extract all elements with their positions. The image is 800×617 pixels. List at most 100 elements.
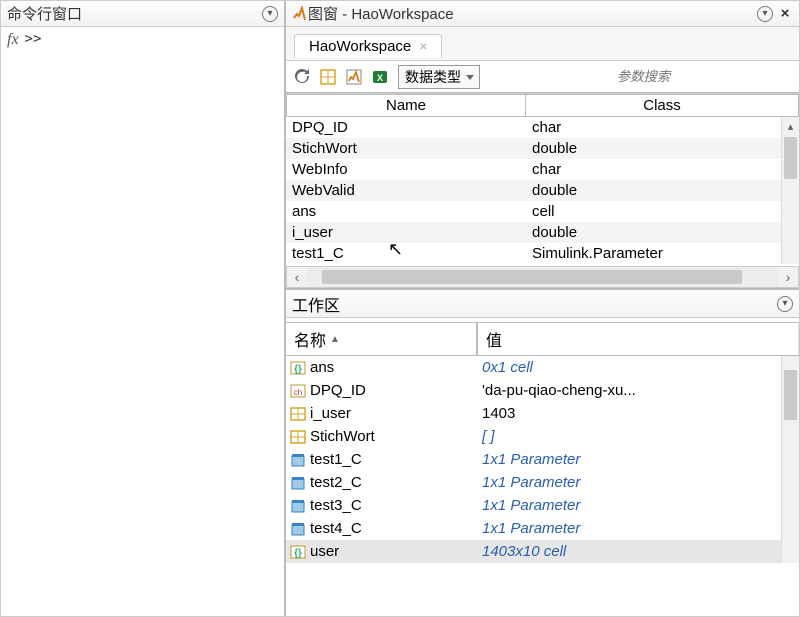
- table-row[interactable]: WebValiddouble: [286, 180, 799, 201]
- col-name[interactable]: Name: [286, 94, 526, 117]
- toolbar: X 数据类型: [286, 61, 799, 93]
- search-input[interactable]: [492, 65, 795, 89]
- fx-icon[interactable]: fx: [7, 31, 19, 49]
- var-type-icon: [290, 452, 306, 468]
- matlab-figure-button[interactable]: [342, 65, 366, 89]
- var-type-icon: [290, 498, 306, 514]
- filter-label: 数据类型: [405, 67, 461, 87]
- list-item[interactable]: {}user1403x10 cell: [286, 540, 799, 563]
- workspace-columns: 名称 ▲ 值: [286, 322, 799, 356]
- cell-class: char: [526, 159, 799, 180]
- grid-body: DPQ_IDcharStichWortdoubleWebInfocharWebV…: [286, 117, 799, 264]
- list-item[interactable]: test3_C1x1 Parameter: [286, 494, 799, 517]
- cell-name: ans: [286, 201, 526, 222]
- command-prompt: >>: [25, 31, 42, 47]
- list-item[interactable]: test1_C1x1 Parameter: [286, 448, 799, 471]
- ws-cell-name: chDPQ_ID: [286, 382, 478, 399]
- workspace-header: 工作区 ▾: [286, 290, 799, 318]
- tab-bar: HaoWorkspace ×: [286, 27, 799, 61]
- tab-haoworkspace[interactable]: HaoWorkspace ×: [294, 34, 442, 58]
- table-row[interactable]: i_userdouble: [286, 222, 799, 243]
- close-icon[interactable]: ×: [777, 6, 793, 22]
- matlab-icon: [292, 6, 308, 22]
- ws-cell-value: [ ]: [478, 428, 799, 445]
- ws-cell-value: 1403x10 cell: [478, 543, 799, 560]
- ws-cell-name: {}ans: [286, 359, 478, 376]
- vertical-scrollbar[interactable]: ▴ ▾: [781, 117, 799, 264]
- ws-cell-value: 1x1 Parameter: [478, 497, 799, 514]
- var-type-icon: [290, 521, 306, 537]
- cell-class: double: [526, 222, 799, 243]
- ws-cell-name: test4_C: [286, 520, 478, 537]
- vertical-scrollbar[interactable]: [781, 356, 799, 563]
- list-item[interactable]: chDPQ_ID'da-pu-qiao-cheng-xu...: [286, 379, 799, 402]
- command-window-header: 命令行窗口 ▾: [1, 1, 284, 27]
- scroll-up-icon[interactable]: ▴: [782, 117, 799, 135]
- ws-cell-value: 1403: [478, 405, 799, 422]
- table-row[interactable]: WebInfochar: [286, 159, 799, 180]
- workspace-rows: {}ans0x1 cellchDPQ_ID'da-pu-qiao-cheng-x…: [286, 356, 799, 563]
- tab-label: HaoWorkspace: [309, 38, 411, 55]
- scroll-right-icon[interactable]: ›: [778, 269, 798, 285]
- horizontal-scrollbar[interactable]: ‹ ›: [286, 266, 799, 288]
- table-row[interactable]: DPQ_IDchar: [286, 117, 799, 138]
- ws-cell-name: StichWort: [286, 428, 478, 445]
- table-row[interactable]: test1_CSimulink.Parameter: [286, 243, 799, 264]
- cell-name: DPQ_ID: [286, 117, 526, 138]
- table-row[interactable]: anscell: [286, 201, 799, 222]
- refresh-button[interactable]: [290, 65, 314, 89]
- cell-name: test1_C: [286, 243, 526, 264]
- svg-text:ch: ch: [294, 388, 302, 397]
- ws-cell-value: 'da-pu-qiao-cheng-xu...: [478, 382, 799, 399]
- cell-class: char: [526, 117, 799, 138]
- var-type-icon: {}: [290, 360, 306, 376]
- var-type-icon: [290, 406, 306, 422]
- scroll-track[interactable]: [307, 267, 778, 287]
- grid-header: Name Class: [286, 94, 799, 117]
- workspace-panel: 工作区 ▾ 名称 ▲ 值 {}ans0x1 cellchDPQ_ID'da-pu…: [286, 288, 799, 563]
- svg-text:{}: {}: [294, 364, 302, 375]
- ws-cell-name: {}user: [286, 543, 478, 560]
- table-row[interactable]: StichWortdouble: [286, 138, 799, 159]
- var-type-icon: ch: [290, 383, 306, 399]
- ws-cell-value: 1x1 Parameter: [478, 520, 799, 537]
- ws-cell-name: i_user: [286, 405, 478, 422]
- ws-col-value[interactable]: 值: [478, 323, 799, 355]
- app-root: 命令行窗口 ▾ fx >> 图窗 - HaoWorkspace ▾ ×: [0, 0, 800, 617]
- cell-name: WebValid: [286, 180, 526, 201]
- cell-name: i_user: [286, 222, 526, 243]
- tab-close-icon[interactable]: ×: [419, 38, 427, 54]
- figure-window-header: 图窗 - HaoWorkspace ▾ ×: [286, 1, 799, 27]
- list-item[interactable]: i_user1403: [286, 402, 799, 425]
- cell-name: StichWort: [286, 138, 526, 159]
- list-item[interactable]: test2_C1x1 Parameter: [286, 471, 799, 494]
- var-type-icon: [290, 475, 306, 491]
- scroll-thumb[interactable]: [784, 370, 797, 420]
- cell-class: cell: [526, 201, 799, 222]
- scroll-thumb-h[interactable]: [322, 270, 742, 284]
- command-window-body[interactable]: fx >>: [1, 27, 284, 53]
- ws-col-name[interactable]: 名称 ▲: [286, 323, 478, 355]
- scroll-thumb[interactable]: [784, 137, 797, 179]
- ws-cell-name: test1_C: [286, 451, 478, 468]
- grid-view-button[interactable]: [316, 65, 340, 89]
- scroll-left-icon[interactable]: ‹: [287, 269, 307, 285]
- collapse-icon[interactable]: ▾: [262, 6, 278, 22]
- ws-cell-value: 1x1 Parameter: [478, 451, 799, 468]
- excel-export-button[interactable]: X: [368, 65, 392, 89]
- filter-dropdown[interactable]: 数据类型: [398, 65, 480, 89]
- collapse-icon[interactable]: ▾: [757, 6, 773, 22]
- command-window-panel: 命令行窗口 ▾ fx >>: [1, 1, 286, 616]
- collapse-icon[interactable]: ▾: [777, 296, 793, 312]
- cell-class: double: [526, 180, 799, 201]
- list-item[interactable]: {}ans0x1 cell: [286, 356, 799, 379]
- list-item[interactable]: StichWort[ ]: [286, 425, 799, 448]
- ws-cell-name: test3_C: [286, 497, 478, 514]
- var-type-icon: {}: [290, 544, 306, 560]
- col-class[interactable]: Class: [526, 94, 799, 117]
- var-type-icon: [290, 429, 306, 445]
- list-item[interactable]: test4_C1x1 Parameter: [286, 517, 799, 540]
- cell-class: double: [526, 138, 799, 159]
- ws-cell-name: test2_C: [286, 474, 478, 491]
- command-window-title: 命令行窗口: [7, 3, 262, 24]
